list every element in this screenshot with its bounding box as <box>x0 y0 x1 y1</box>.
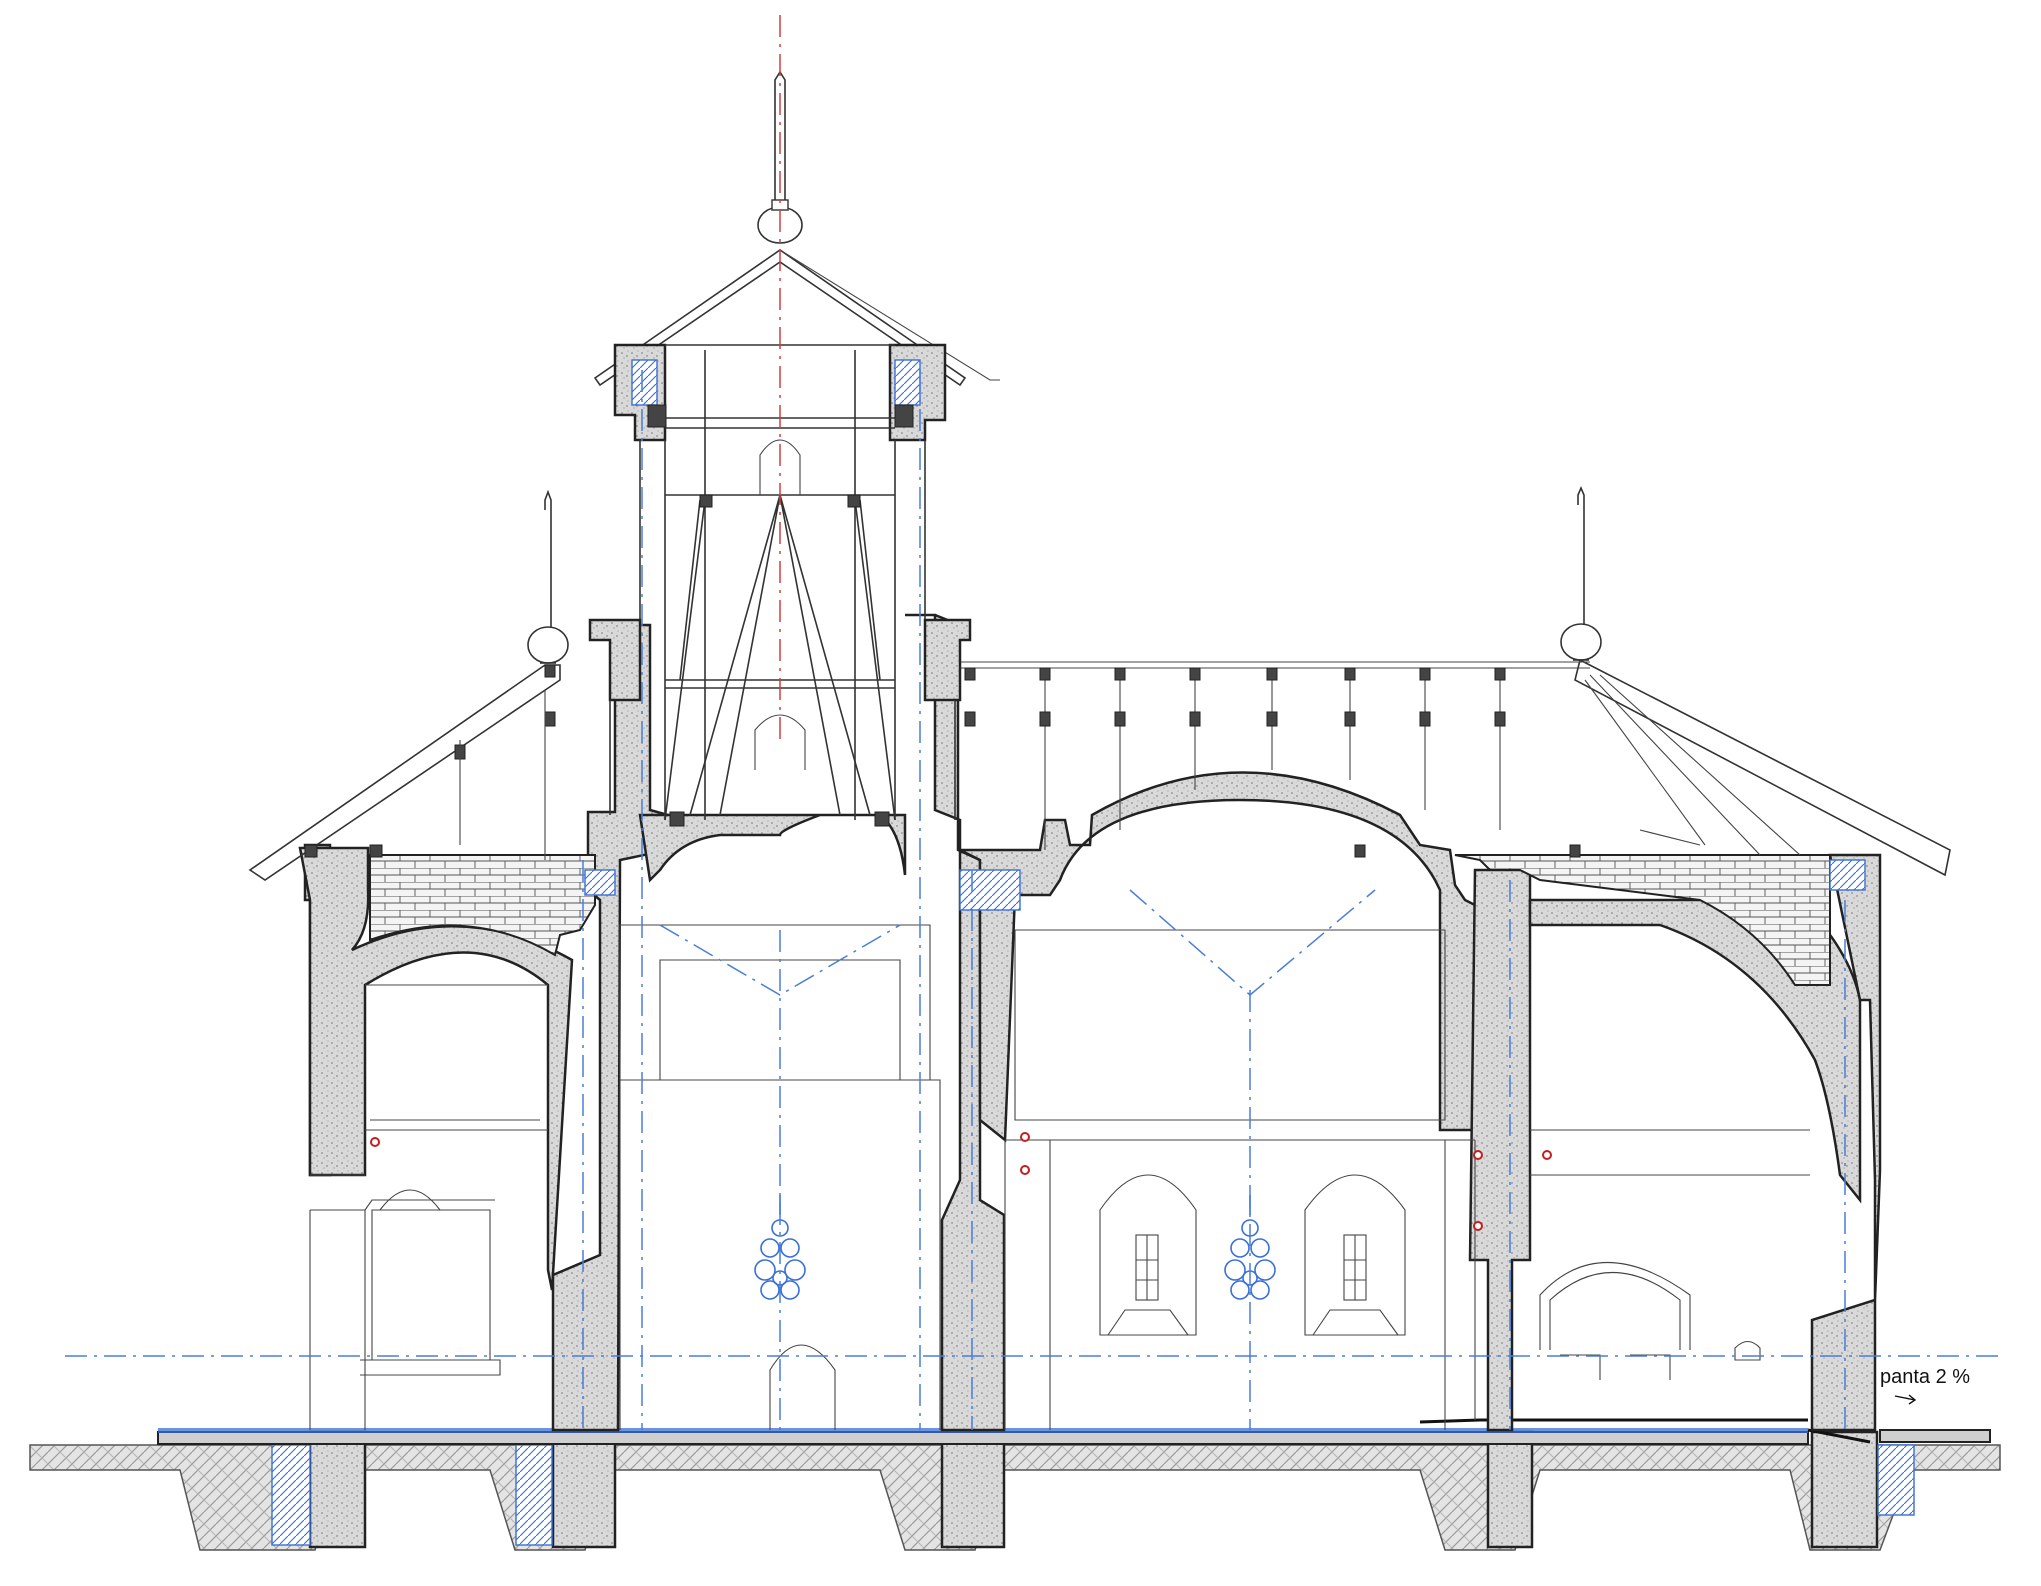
slope-arrow-icon <box>1894 1394 1917 1405</box>
reference-axes <box>65 15 2000 1430</box>
roof <box>248 658 1951 881</box>
slope-label: panta 2 % <box>1880 1366 1970 1388</box>
church-section-drawing: panta 2 % <box>29 15 2001 1551</box>
floor-slab <box>157 1418 1991 1445</box>
interior-elevation <box>309 924 1810 1430</box>
slope-annotation: panta 2 % <box>1880 1366 1970 1405</box>
nave-windows <box>1099 1174 1406 1336</box>
spires <box>527 70 1602 664</box>
structural-walls <box>298 613 1882 1432</box>
